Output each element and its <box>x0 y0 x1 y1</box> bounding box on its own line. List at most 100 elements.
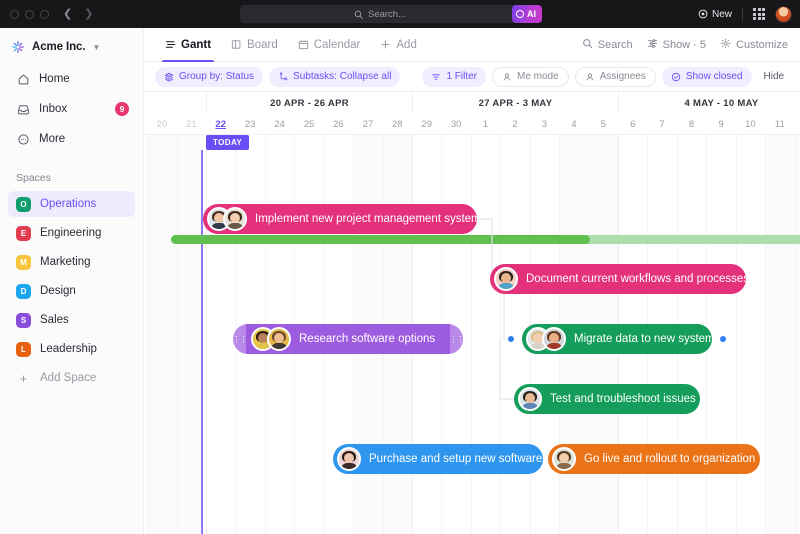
plus-icon <box>380 39 391 50</box>
sidebar-item-engineering[interactable]: E Engineering <box>8 220 135 246</box>
task-assignee-avatars[interactable] <box>251 327 291 351</box>
dependency-connector-dot[interactable] <box>508 336 514 342</box>
day-cell[interactable]: 23 <box>235 114 264 135</box>
avatar[interactable] <box>223 207 247 231</box>
view-search-button[interactable]: Search <box>582 38 633 52</box>
close-window-button[interactable] <box>10 10 19 19</box>
search-icon <box>582 38 593 52</box>
grid-line <box>765 135 766 534</box>
task-label: Go live and rollout to organization <box>584 453 755 465</box>
day-cell-today[interactable]: 22 <box>206 114 235 135</box>
sidebar-item-marketing[interactable]: M Marketing <box>8 249 135 275</box>
sidebar-item-design[interactable]: D Design <box>8 278 135 304</box>
gantt-task-bar[interactable]: Test and troubleshoot issues <box>514 384 700 414</box>
chevron-down-icon: ▼ <box>92 43 100 52</box>
avatar[interactable] <box>552 447 576 471</box>
new-button[interactable]: New <box>698 9 732 20</box>
day-cell[interactable]: 29 <box>412 114 441 135</box>
tab-board[interactable]: Board <box>222 28 287 62</box>
gantt-chart: 20 APR - 26 APR 27 APR - 3 MAY 4 MAY - 1… <box>144 92 800 534</box>
day-cell[interactable]: 21 <box>177 114 206 135</box>
tab-label: Calendar <box>314 39 361 51</box>
day-cell[interactable]: 4 <box>559 114 588 135</box>
show-closed-button[interactable]: Show closed <box>662 67 752 87</box>
task-assignee-avatars[interactable] <box>526 327 566 351</box>
gantt-task-bar[interactable]: Implement new project management system <box>203 204 477 234</box>
sidebar-item-sales[interactable]: S Sales <box>8 307 135 333</box>
gantt-task-bar[interactable]: Migrate data to new system <box>522 324 712 354</box>
global-search-input[interactable]: Search... <box>240 5 520 23</box>
filter-button[interactable]: 1 Filter <box>422 67 486 87</box>
minimize-window-button[interactable] <box>25 10 34 19</box>
day-cell[interactable]: 7 <box>647 114 676 135</box>
customize-button[interactable]: Customize <box>720 38 788 52</box>
hide-button[interactable]: Hide <box>758 67 791 87</box>
day-cell[interactable]: 10 <box>736 114 765 135</box>
avatar[interactable] <box>267 327 291 351</box>
task-assignee-avatars[interactable] <box>494 267 518 291</box>
gantt-task-bar[interactable]: Purchase and setup new software <box>333 444 543 474</box>
space-chip-icon: O <box>16 197 31 212</box>
day-cell[interactable]: 6 <box>618 114 647 135</box>
gantt-task-bar[interactable]: Go live and rollout to organization <box>548 444 760 474</box>
day-cell[interactable]: 30 <box>441 114 470 135</box>
pill-label: 1 Filter <box>446 71 477 82</box>
day-cell[interactable]: 1 <box>471 114 500 135</box>
tab-calendar[interactable]: Calendar <box>289 28 370 62</box>
subtasks-button[interactable]: Subtasks: Collapse all <box>269 67 400 87</box>
dependency-connector-dot[interactable] <box>720 336 726 342</box>
day-cell[interactable]: 2 <box>500 114 529 135</box>
space-label: Leadership <box>40 343 97 355</box>
apps-grid-icon[interactable] <box>753 8 765 20</box>
avatar[interactable] <box>337 447 361 471</box>
day-cell[interactable]: 9 <box>706 114 735 135</box>
avatar[interactable] <box>542 327 566 351</box>
task-assignee-avatars[interactable] <box>552 447 576 471</box>
project-progress-bar <box>171 235 800 244</box>
gantt-day-header: 2021222324252627282930123456789101112 <box>144 114 800 135</box>
assignees-button[interactable]: Assignees <box>575 67 656 87</box>
sidebar-item-more[interactable]: More <box>8 126 135 152</box>
forward-icon[interactable]: ❯ <box>84 9 93 20</box>
back-icon[interactable]: ❮ <box>63 9 72 20</box>
avatar[interactable] <box>518 387 542 411</box>
tab-gantt[interactable]: Gantt <box>156 28 220 62</box>
plus-icon: + <box>16 371 31 386</box>
view-tabs: Gantt Board Calendar <box>144 28 426 62</box>
day-cell[interactable]: 24 <box>265 114 294 135</box>
day-cell[interactable]: 5 <box>589 114 618 135</box>
task-assignee-avatars[interactable] <box>207 207 247 231</box>
day-cell[interactable]: 3 <box>530 114 559 135</box>
sidebar-item-leadership[interactable]: L Leadership <box>8 336 135 362</box>
ai-button[interactable]: AI <box>512 5 542 23</box>
show-settings-button[interactable]: Show · 5 <box>647 38 706 52</box>
sidebar-item-inbox[interactable]: Inbox 9 <box>8 96 135 122</box>
day-cell[interactable]: 25 <box>294 114 323 135</box>
group-by-button[interactable]: Group by: Status <box>155 67 263 87</box>
day-cell[interactable]: 20 <box>147 114 176 135</box>
day-cell[interactable]: 11 <box>765 114 794 135</box>
sidebar-item-home[interactable]: Home <box>8 66 135 92</box>
task-assignee-avatars[interactable] <box>518 387 542 411</box>
avatar[interactable] <box>494 267 518 291</box>
maximize-window-button[interactable] <box>40 10 49 19</box>
gantt-task-bar[interactable]: Document current workflows and processes <box>490 264 746 294</box>
add-space-button[interactable]: + Add Space <box>8 365 135 391</box>
day-cell[interactable]: 26 <box>324 114 353 135</box>
day-cell[interactable]: 27 <box>353 114 382 135</box>
space-label: Engineering <box>40 227 101 239</box>
user-avatar[interactable] <box>775 6 792 23</box>
task-assignee-avatars[interactable] <box>337 447 361 471</box>
week-label: 27 APR - 3 MAY <box>412 92 618 114</box>
workspace-switcher[interactable]: Acme Inc. ▼ <box>0 28 143 64</box>
day-cell[interactable]: 28 <box>383 114 412 135</box>
tab-add-view[interactable]: Add <box>371 28 425 62</box>
day-cell[interactable]: 8 <box>677 114 706 135</box>
spaces-list: O Operations E Engineering M Marketing D… <box>0 191 143 391</box>
day-cell[interactable]: 12 <box>795 114 800 135</box>
search-icon <box>354 10 363 19</box>
gantt-task-bar[interactable]: ⋮⋮Research software options⋮⋮ <box>233 324 463 354</box>
filter-bar: Group by: Status Subtasks: Collapse all … <box>144 62 800 92</box>
sidebar-item-operations[interactable]: O Operations <box>8 191 135 217</box>
me-mode-button[interactable]: Me mode <box>492 67 569 87</box>
